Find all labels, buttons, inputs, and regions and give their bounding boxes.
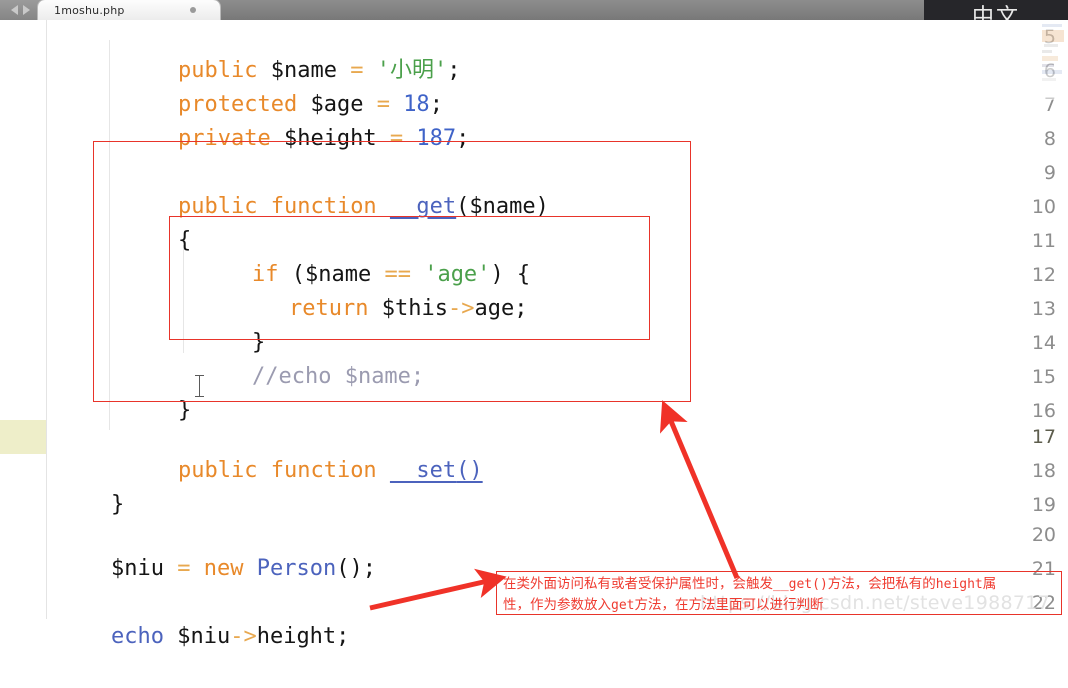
minimap-preview[interactable]: [1038, 22, 1068, 100]
code-line-20[interactable]: $niu = new Person();: [58, 518, 376, 581]
token-arrow-operator: ->: [230, 624, 257, 649]
annotation-line1-get: __get(): [773, 577, 828, 592]
tab-nav-arrows[interactable]: [0, 0, 40, 20]
token-keyword: public: [177, 458, 258, 483]
line-number: 9: [1043, 162, 1056, 184]
annotation-line2-part2: 方法，在方法里面可以进行判断: [634, 597, 824, 613]
annotation-line2-part1: 性，作为参数放入: [503, 597, 611, 613]
token-keyword: function: [270, 458, 377, 483]
line-number: 10: [1031, 196, 1056, 218]
line-number: 15: [1031, 366, 1056, 388]
token-semicolon: ;: [447, 58, 461, 83]
tab-bar: 1moshu.php: [0, 0, 1068, 20]
line-number: 19: [1031, 494, 1056, 516]
annotation-text-box: 在类外面访问私有或者受保护属性时，会触发__get()方法，会把私有的heigh…: [496, 571, 1062, 615]
token-brace: }: [110, 492, 125, 517]
line-number: 13: [1031, 298, 1056, 320]
line-number-gutter: [0, 20, 46, 619]
annotation-line-1: 在类外面访问私有或者受保护属性时，会触发__get()方法，会把私有的heigh…: [503, 574, 1057, 595]
annotation-box-if-block: [169, 216, 650, 340]
token-variable: $niu: [177, 624, 231, 649]
line-number: 14: [1031, 332, 1056, 354]
line-number: 20: [1031, 524, 1056, 546]
line-number: 18: [1031, 460, 1056, 482]
tab-label: 1moshu.php: [54, 3, 125, 17]
annotation-line-2: 性，作为参数放入get方法，在方法里面可以进行判断: [503, 595, 1057, 616]
token-operator: =: [177, 556, 191, 581]
token-property: height;: [256, 624, 350, 649]
token-variable: $niu: [110, 556, 164, 581]
annotation-line1-part2: 方法，会把私有的: [827, 576, 936, 592]
tab-1moshu-php[interactable]: 1moshu.php: [38, 0, 220, 20]
annotation-line1-height: height: [935, 577, 983, 592]
code-line-5[interactable]: public $name = '小明';: [125, 20, 460, 83]
token-class-name: Person: [256, 556, 337, 581]
code-line-22[interactable]: echo $niu->height;: [58, 586, 349, 649]
nav-back-icon[interactable]: [10, 5, 18, 15]
annotation-line1-part1: 在类外面访问私有或者受保护属性时，会触发: [503, 576, 773, 592]
line-number-current: 17: [1031, 426, 1056, 448]
tab-bar-empty-area: [214, 0, 934, 20]
code-line-7[interactable]: private $height = 187;: [125, 88, 469, 151]
annotation-line2-get: get: [611, 598, 635, 613]
token-echo-keyword: echo: [110, 624, 164, 649]
token-function-name: __set: [389, 458, 457, 483]
line-number: 11: [1031, 230, 1056, 252]
annotation-line1-part3: 属: [982, 576, 997, 592]
token-arguments: (): [456, 458, 483, 483]
code-line-6[interactable]: protected $age = 18;: [125, 54, 443, 117]
line-number: 12: [1031, 264, 1056, 286]
code-line-17[interactable]: public function __set(): [125, 420, 483, 483]
token-arguments: ();: [336, 556, 376, 581]
gutter-separator: [46, 20, 47, 619]
nav-forward-icon[interactable]: [22, 5, 30, 15]
tab-unsaved-dot-icon[interactable]: [190, 7, 196, 13]
line-number: 8: [1043, 128, 1056, 150]
token-keyword: new: [203, 556, 244, 581]
code-line-18[interactable]: }: [58, 454, 124, 517]
